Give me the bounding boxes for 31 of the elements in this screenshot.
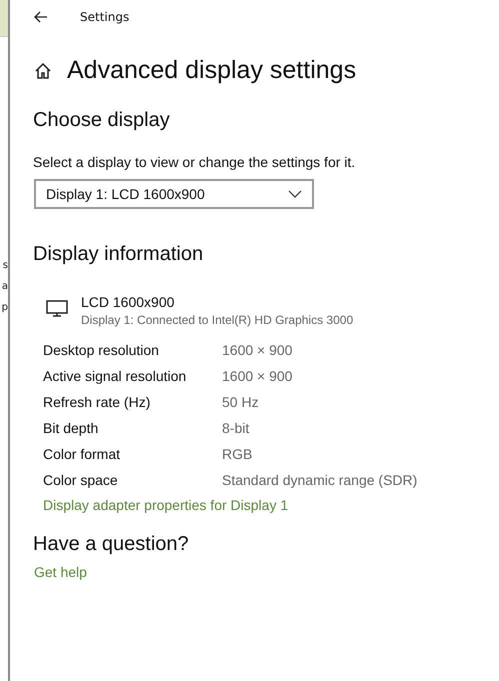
property-value: Standard dynamic range (SDR) xyxy=(222,472,418,488)
window-title-bar xyxy=(0,0,8,37)
property-label: Color space xyxy=(43,472,119,488)
monitor-icon xyxy=(46,300,68,317)
property-value: 1600 × 900 xyxy=(222,368,292,384)
monitor-detail: Display 1: Connected to Intel(R) HD Graphics 3000 xyxy=(81,313,354,327)
property-label: Active signal resolution xyxy=(43,368,188,384)
window-title: Settings xyxy=(80,10,130,24)
window-text-fragment: s xyxy=(2,259,8,273)
window-text-fragment: a xyxy=(2,280,8,294)
section-heading: Have a question? xyxy=(33,533,189,556)
home-icon[interactable] xyxy=(34,62,52,80)
section-heading: Choose display xyxy=(33,109,170,132)
property-label: Desktop resolution xyxy=(43,342,160,358)
get-help-link[interactable]: Get help xyxy=(34,564,87,580)
property-value: RGB xyxy=(222,446,252,462)
property-value: 1600 × 900 xyxy=(222,342,292,358)
property-value: 50 Hz xyxy=(222,394,259,410)
adapter-properties-link[interactable]: Display adapter properties for Display 1 xyxy=(43,497,288,513)
window-text-fragment: p xyxy=(2,301,8,315)
display-dropdown[interactable]: Display 1: LCD 1600x900 xyxy=(34,179,314,209)
description-text: Select a display to view or change the settings for it. xyxy=(33,154,356,170)
property-label: Refresh rate (Hz) xyxy=(43,394,152,410)
chevron-icon xyxy=(288,190,302,198)
property-value: 8-bit xyxy=(222,420,250,436)
back-icon[interactable] xyxy=(34,11,48,23)
property-label: Bit depth xyxy=(43,420,100,436)
property-label: Color format xyxy=(43,446,122,462)
page-title: Advanced display settings xyxy=(67,56,356,85)
monitor-name: LCD 1600x900 xyxy=(81,294,176,310)
section-heading: Display information xyxy=(33,243,204,266)
